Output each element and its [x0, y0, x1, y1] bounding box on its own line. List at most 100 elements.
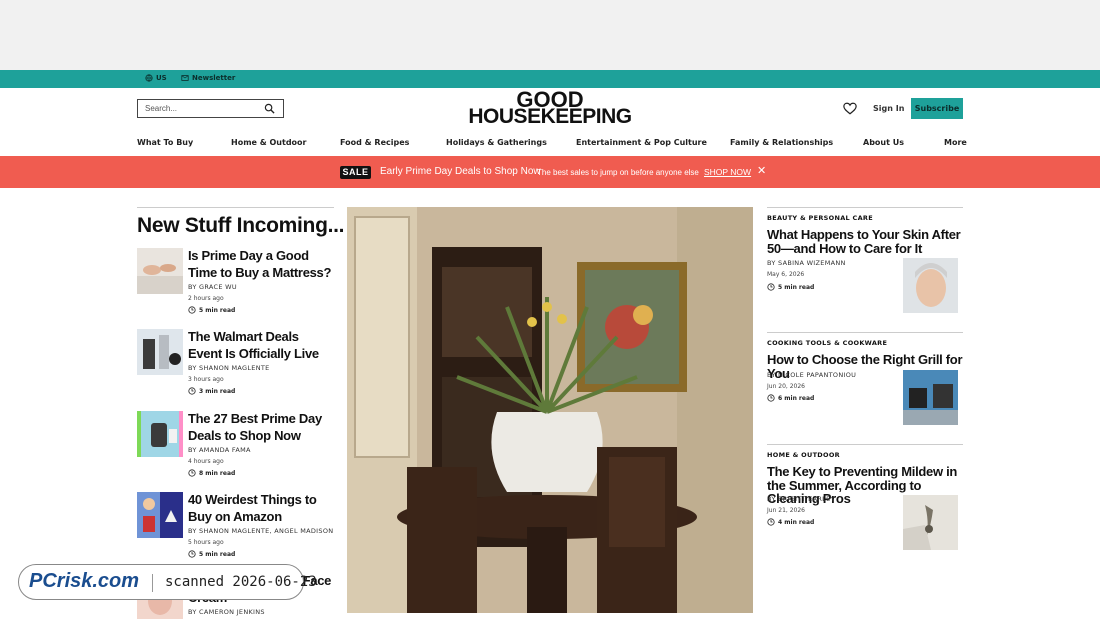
story-byline: BY SABINA WIZEMANN: [767, 259, 846, 267]
nav-item-holidays[interactable]: Holidays & Gatherings: [446, 138, 547, 147]
sale-badge: SALE: [340, 166, 371, 179]
read-time-label: 5 min read: [778, 283, 815, 291]
story-category[interactable]: HOME & OUTDOOR: [767, 451, 840, 459]
nav-item-family[interactable]: Family & Relationships: [730, 138, 833, 147]
subscribe-button[interactable]: Subscribe: [911, 98, 963, 119]
story-thumbnail[interactable]: [137, 411, 183, 457]
promo-banner: SALE Early Prime Day Deals to Shop Now T…: [0, 156, 1100, 188]
heart-icon[interactable]: [843, 102, 857, 115]
clock-icon: [767, 394, 775, 402]
region-selector[interactable]: US: [145, 74, 167, 82]
close-icon[interactable]: ✕: [757, 164, 766, 177]
read-time-label: 4 min read: [778, 518, 815, 526]
read-time: 5 min read: [188, 550, 235, 558]
list-item[interactable]: Is Prime Day a Good Time to Buy a Mattre…: [137, 248, 334, 318]
utility-bar: US Newsletter: [0, 70, 1100, 88]
story-date: Jun 20, 2026: [767, 383, 806, 390]
story-category[interactable]: COOKING TOOLS & COOKWARE: [767, 339, 887, 347]
story-byline: BY CAMERON JENKINS: [188, 608, 265, 616]
region-label: US: [156, 74, 167, 82]
nav-item-entertainment[interactable]: Entertainment & Pop Culture: [576, 138, 707, 147]
story-time: 4 hours ago: [188, 458, 224, 465]
story-thumbnail[interactable]: [903, 258, 958, 313]
main-nav: What To Buy Home & Outdoor Food & Recipe…: [0, 132, 1100, 156]
promo-subtext: The best sales to jump on before anyone …: [537, 168, 699, 177]
nav-item-food-recipes[interactable]: Food & Recipes: [340, 138, 409, 147]
read-time: 3 min read: [188, 387, 235, 395]
list-item[interactable]: COOKING TOOLS & COOKWARE How to Choose t…: [767, 332, 963, 432]
site-logo[interactable]: GOOD HOUSEKEEPING: [468, 89, 632, 128]
read-time-label: 6 min read: [778, 394, 815, 402]
story-title[interactable]: Is Prime Day a Good Time to Buy a Mattre…: [188, 248, 334, 281]
story-divider: [767, 444, 963, 445]
mail-icon: [181, 75, 189, 81]
nav-item-what-to-buy[interactable]: What To Buy: [137, 138, 193, 147]
sign-in-link[interactable]: Sign In: [873, 104, 904, 113]
story-thumbnail[interactable]: [137, 248, 183, 294]
masthead: Search... GOOD HOUSEKEEPING Sign In Subs…: [0, 88, 1100, 132]
story-category[interactable]: BEAUTY & PERSONAL CARE: [767, 214, 873, 222]
clock-icon: [188, 306, 196, 314]
story-time: 2 hours ago: [188, 295, 224, 302]
search-input[interactable]: Search...: [137, 99, 284, 118]
search-icon[interactable]: [264, 103, 275, 114]
story-title[interactable]: The Walmart Deals Event Is Officially Li…: [188, 329, 334, 362]
story-thumbnail[interactable]: [137, 329, 183, 375]
story-divider: [767, 207, 963, 208]
clock-icon: [767, 518, 775, 526]
read-time: 6 min read: [767, 394, 814, 402]
shop-now-link[interactable]: SHOP NOW: [704, 167, 751, 177]
story-byline: BY GRACE WU: [188, 283, 237, 291]
section-divider: [137, 207, 334, 208]
story-time: 3 hours ago: [188, 376, 224, 383]
nav-item-about[interactable]: About Us: [863, 138, 904, 147]
list-item[interactable]: HOME & OUTDOOR The Key to Preventing Mil…: [767, 444, 963, 554]
read-time-label: 5 min read: [199, 550, 236, 558]
list-item[interactable]: The 27 Best Prime Day Deals to Shop Now …: [137, 411, 334, 481]
read-time: 8 min read: [188, 469, 235, 477]
logo-line2: HOUSEKEEPING: [468, 105, 632, 128]
clock-icon: [188, 387, 196, 395]
promo-headline[interactable]: Early Prime Day Deals to Shop Now: [380, 166, 541, 177]
story-thumbnail[interactable]: [903, 370, 958, 425]
read-time-label: 3 min read: [199, 387, 236, 395]
search-placeholder: Search...: [145, 104, 178, 113]
story-title[interactable]: What Happens to Your Skin After 50—and H…: [767, 228, 963, 255]
read-time-label: 5 min read: [199, 306, 236, 314]
hero-image[interactable]: [347, 207, 753, 613]
story-title[interactable]: The 27 Best Prime Day Deals to Shop Now: [188, 411, 334, 444]
story-thumbnail[interactable]: [137, 492, 183, 538]
newsletter-link[interactable]: Newsletter: [181, 74, 235, 82]
watermark-divider: [152, 574, 153, 592]
globe-icon: [145, 74, 153, 82]
read-time: 5 min read: [188, 306, 235, 314]
clock-icon: [188, 469, 196, 477]
story-byline: BY NICOLE PAPANTONIOU: [767, 371, 857, 379]
newsletter-label: Newsletter: [192, 74, 236, 82]
watermark-badge: PCrisk.com scanned 2026-06-23: [18, 564, 317, 600]
story-date: Jun 21, 2026: [767, 507, 806, 514]
story-thumbnail[interactable]: [903, 495, 958, 550]
story-date: May 6, 2026: [767, 271, 805, 278]
list-item[interactable]: 40 Weirdest Things to Buy on Amazon BY S…: [137, 492, 334, 562]
clock-icon: [188, 550, 196, 558]
clock-icon: [767, 283, 775, 291]
read-time: 4 min read: [767, 518, 814, 526]
story-byline: BY BRIGITT EARLEY: [767, 495, 835, 503]
ad-space: [0, 0, 1100, 70]
nav-item-more[interactable]: More: [944, 138, 967, 147]
list-item[interactable]: BEAUTY & PERSONAL CARE What Happens to Y…: [767, 207, 963, 319]
list-item[interactable]: The Walmart Deals Event Is Officially Li…: [137, 329, 334, 399]
watermark-text: scanned 2026-06-23: [165, 574, 317, 590]
story-title[interactable]: 40 Weirdest Things to Buy on Amazon: [188, 492, 334, 525]
nav-item-home-outdoor[interactable]: Home & Outdoor: [231, 138, 306, 147]
story-time: 5 hours ago: [188, 539, 224, 546]
read-time: 5 min read: [767, 283, 814, 291]
story-divider: [767, 332, 963, 333]
read-time-label: 8 min read: [199, 469, 236, 477]
section-title: New Stuff Incoming...: [137, 214, 345, 237]
story-byline: BY SHANON MAGLENTE: [188, 364, 270, 372]
watermark-logo: PCrisk.com: [29, 570, 140, 592]
story-byline: BY SHANON MAGLENTE, ANGEL MADISON: [188, 527, 334, 535]
story-byline: BY AMANDA FAMA: [188, 446, 251, 454]
